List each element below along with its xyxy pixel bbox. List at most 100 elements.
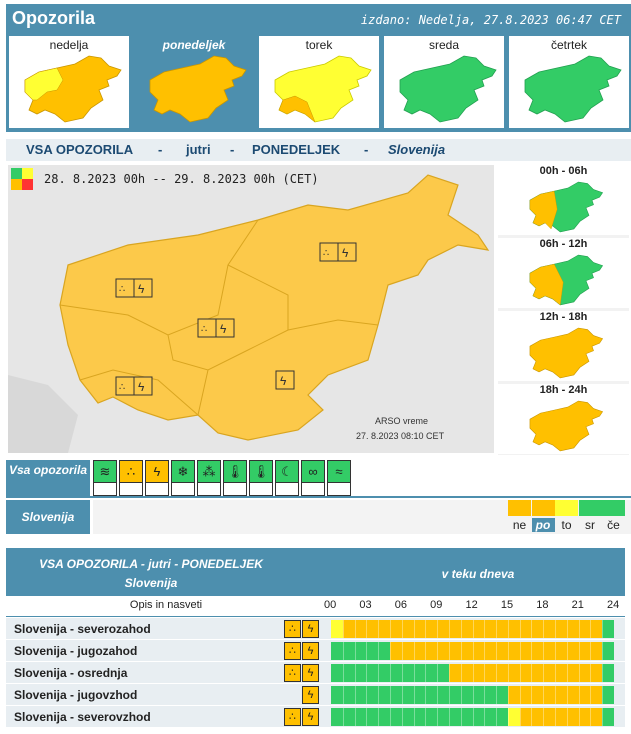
region-label[interactable]: Slovenija [6, 500, 90, 534]
day-tab-label: ponedeljek [162, 38, 226, 52]
hour-gridline [531, 686, 533, 704]
table-during-day: v teku dneva [441, 567, 515, 581]
hour-gridline [484, 708, 486, 726]
map-timezone: (CET) [282, 172, 319, 186]
hour-gridline [472, 620, 474, 638]
map-time-to: 29. 8.2023 00h [174, 172, 276, 186]
timeline-segment-yellow [507, 708, 520, 726]
hour-tick-label: 12 [465, 599, 478, 611]
hour-gridline [496, 642, 498, 660]
region-name[interactable]: Slovenija - severovzhod [14, 710, 151, 724]
region-name[interactable]: Slovenija - jugozahod [14, 644, 137, 658]
hour-gridline [366, 664, 368, 682]
hour-gridline [566, 708, 568, 726]
table-title: VSA OPOZORILA - jutri - PONEDELJEK [39, 557, 263, 571]
low-temp-icon-swatch: 🌡 [250, 461, 272, 483]
fire-icon[interactable]: ☾ [275, 460, 299, 496]
wind-icon[interactable]: ≋ [93, 460, 117, 496]
hour-tick-label: 03 [359, 599, 372, 611]
hour-tick-label: 06 [394, 599, 407, 611]
table-row[interactable]: Slovenija - jugovzhod ϟ [6, 683, 625, 705]
day-tab-cetrtek[interactable]: četrtek [509, 36, 629, 128]
hour-gridline [413, 708, 415, 726]
rain-icon: ∴ [284, 664, 301, 682]
region-name[interactable]: Slovenija - jugovzhod [14, 688, 137, 702]
slovenia-mini-map [24, 55, 122, 123]
day-indicator-ne[interactable]: ne [508, 500, 531, 534]
hour-gridline [555, 620, 557, 638]
high-temp-icon[interactable]: 🌡 [223, 460, 247, 496]
region-name[interactable]: Slovenija - severozahod [14, 622, 151, 636]
thunderstorm-icon: ϟ [302, 620, 319, 638]
region-name[interactable]: Slovenija - osrednja [14, 666, 127, 680]
day-tab-torek[interactable]: torek [259, 36, 379, 128]
rain-icon[interactable]: ∴ [119, 460, 143, 496]
timeline-segment-green [602, 620, 614, 638]
hour-gridline [519, 664, 521, 682]
hour-gridline [425, 620, 427, 638]
day-tab-nedelja[interactable]: nedelja [9, 36, 129, 128]
period-18-24[interactable]: 18h - 24h [498, 384, 629, 454]
svg-text:∴: ∴ [119, 382, 125, 393]
ice-icon[interactable]: ⁂ [197, 460, 221, 496]
hour-gridline [448, 686, 450, 704]
day-tab-sreda[interactable]: sreda [384, 36, 504, 128]
slovenia-mini-map [529, 181, 604, 233]
period-00-06[interactable]: 00h - 06h [498, 165, 629, 235]
day-tab-label: sreda [428, 38, 460, 52]
rain-icon-swatch: ∴ [120, 461, 142, 483]
map-credit-time: 27. 8.2023 08:10 CET [356, 431, 445, 441]
svg-text:∴: ∴ [201, 324, 207, 335]
day-indicator-to[interactable]: to [555, 500, 578, 534]
thunderstorm-icon[interactable]: ϟ [145, 460, 169, 496]
rain-icon: ∴ [284, 708, 301, 726]
table-row[interactable]: Slovenija - severovzhod ∴ ϟ [6, 705, 625, 727]
table-row[interactable]: Slovenija - severozahod ∴ ϟ [6, 617, 625, 639]
hour-gridline [566, 686, 568, 704]
hour-gridline [342, 620, 344, 638]
day-tab-ponedeljek[interactable]: ponedeljek [134, 36, 254, 128]
hour-gridline [531, 664, 533, 682]
hour-gridline [543, 664, 545, 682]
description-header[interactable]: Opis in nasveti [6, 599, 326, 611]
hour-gridline [437, 664, 439, 682]
hour-gridline [425, 664, 427, 682]
main-warning-map[interactable]: ∴ ϟ ∴ ϟ ∴ ϟ ∴ ϟ ϟ [8, 165, 494, 453]
hour-gridline [566, 620, 568, 638]
low-temp-icon[interactable]: 🌡 [249, 460, 273, 496]
all-warnings-label[interactable]: Vsa opozorila [6, 460, 90, 496]
coastal-icon[interactable]: ∞ [301, 460, 325, 496]
table-row[interactable]: Slovenija - jugozahod ∴ ϟ [6, 639, 625, 661]
thunderstorm-icon: ϟ [302, 686, 319, 704]
hour-gridline [496, 664, 498, 682]
timeline-bar [331, 642, 614, 660]
day-indicator-če[interactable]: če [602, 500, 625, 534]
hour-gridline [389, 686, 391, 704]
snow-icon[interactable]: ❄ [171, 460, 195, 496]
day-indicator-po[interactable]: po [531, 500, 555, 534]
hour-gridline [484, 620, 486, 638]
legend-green-square [11, 168, 22, 179]
hour-gridline [496, 620, 498, 638]
hour-gridline [448, 642, 450, 660]
hour-gridline [448, 664, 450, 682]
ice-icon-swatch: ⁂ [198, 461, 220, 483]
timeline-segment-green [602, 642, 614, 660]
section-subheader: VSA OPOZORILA - jutri - PONEDELJEK - Slo… [6, 139, 631, 161]
hour-gridline [389, 642, 391, 660]
hour-gridline [378, 686, 380, 704]
period-12-18[interactable]: 12h - 18h [498, 311, 629, 381]
legend-orange-square [11, 179, 22, 190]
period-06-12[interactable]: 06h - 12h [498, 238, 629, 308]
table-row[interactable]: Slovenija - osrednja ∴ ϟ [6, 661, 625, 683]
rain-icon: ∴ [284, 620, 301, 638]
page-title: Opozorila [12, 8, 96, 28]
hour-gridline [590, 664, 592, 682]
hour-gridline [590, 620, 592, 638]
day-abbr-label: ne [512, 518, 527, 532]
severozahod-warning-icons: ∴ ϟ [115, 278, 153, 298]
day-indicator-sr[interactable]: sr [578, 500, 602, 534]
hour-gridline [555, 664, 557, 682]
high-temp-icon-swatch: 🌡 [224, 461, 246, 483]
fog-icon[interactable]: ≈ [327, 460, 351, 496]
